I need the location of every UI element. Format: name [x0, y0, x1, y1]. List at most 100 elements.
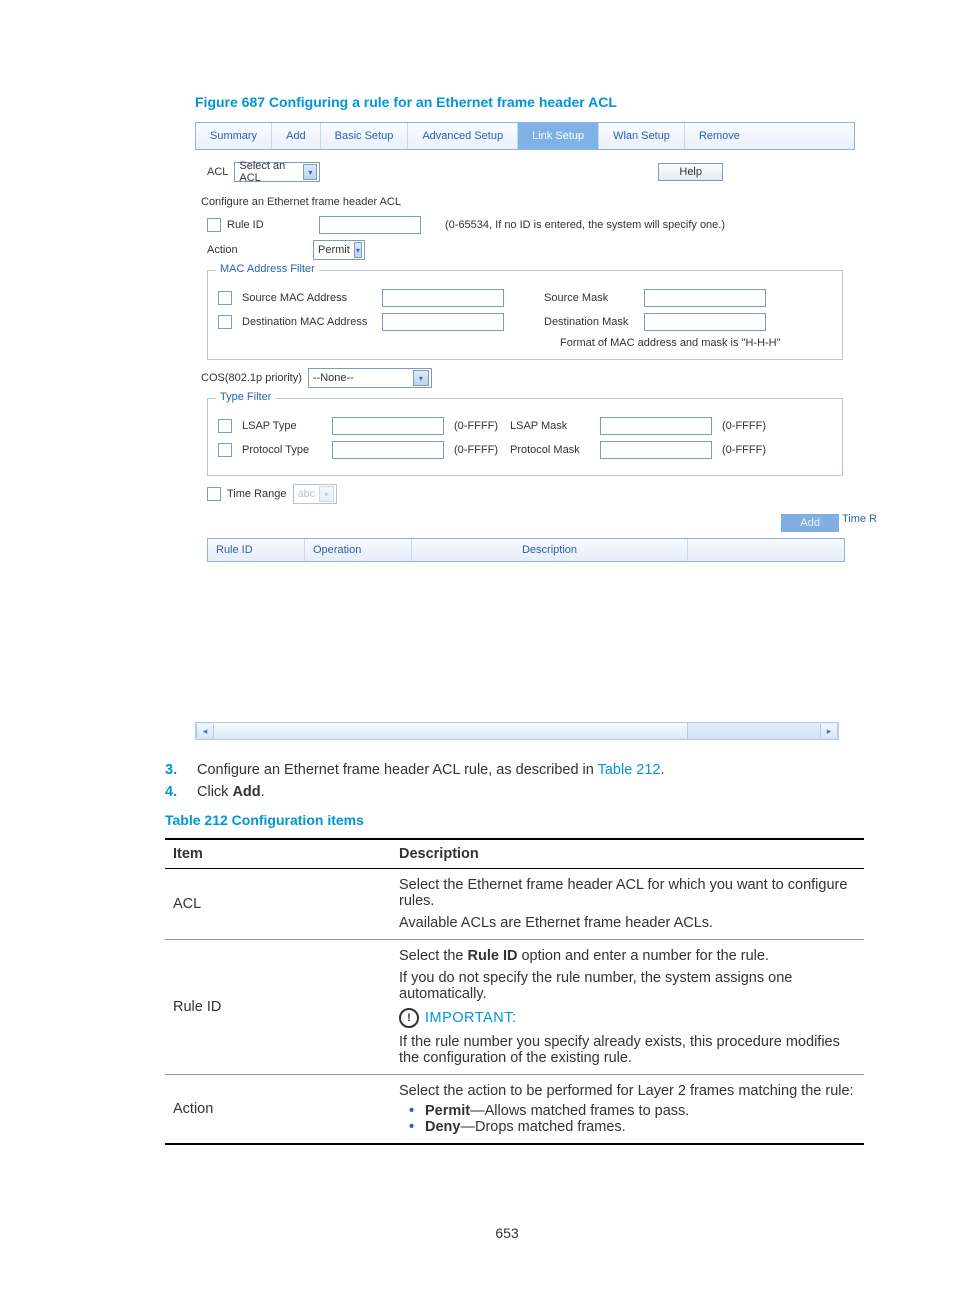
tab-summary[interactable]: Summary [196, 123, 272, 149]
help-button[interactable]: Help [658, 163, 723, 181]
step-3: 3. Configure an Ethernet frame header AC… [165, 762, 864, 778]
rule-id-checkbox[interactable] [207, 218, 221, 232]
action-select-value: Permit [318, 244, 350, 256]
lsap-type-input[interactable] [332, 417, 444, 435]
row-ruleid-l1b: Rule ID [468, 948, 518, 964]
step-text-post: . [261, 784, 265, 800]
table-212-link[interactable]: Table 212 [598, 762, 661, 778]
rule-id-label: Rule ID [227, 219, 313, 231]
dest-mac-input[interactable] [382, 313, 504, 331]
row-ruleid-l1a: Select the [399, 948, 468, 964]
type-fieldset-legend: Type Filter [216, 391, 275, 403]
col-rule-id[interactable]: Rule ID [208, 539, 305, 561]
row-ruleid-l1c: option and enter a number for the rule. [517, 948, 769, 964]
mac-address-fieldset: MAC Address Filter Source MAC Address So… [207, 270, 843, 360]
lsap-range-hint: (0-FFFF) [454, 420, 500, 432]
rule-id-hint: (0-65534, If no ID is entered, the syste… [445, 219, 725, 231]
col-operation[interactable]: Operation [305, 539, 412, 561]
step-number: 4. [165, 784, 197, 800]
step-text-post: . [661, 762, 665, 778]
chevron-down-icon: ▾ [354, 242, 362, 258]
col-description[interactable]: Description [412, 539, 688, 561]
row-ruleid-l2: If you do not specify the rule number, t… [399, 970, 856, 1002]
row-acl-item: ACL [165, 869, 391, 940]
time-range-checkbox[interactable] [207, 487, 221, 501]
tab-basic-setup[interactable]: Basic Setup [321, 123, 409, 149]
source-mac-label: Source MAC Address [242, 292, 372, 304]
time-range-value: abc [298, 488, 316, 500]
scroll-right-icon[interactable]: ▸ [820, 724, 838, 738]
dest-mask-input[interactable] [644, 313, 766, 331]
figure-title: Figure 687 Configuring a rule for an Eth… [195, 94, 864, 110]
lsap-mask-input[interactable] [600, 417, 712, 435]
source-mask-label: Source Mask [544, 292, 634, 304]
acl-select[interactable]: Select an ACL ▾ [234, 162, 320, 182]
bullet-deny: Deny—Drops matched frames. [409, 1119, 856, 1135]
step-text: Configure an Ethernet frame header ACL r… [197, 762, 598, 778]
acl-label: ACL [207, 166, 228, 178]
dest-mask-label: Destination Mask [544, 316, 634, 328]
cos-label: COS(802.1p priority) [201, 372, 302, 384]
scrollbar-track[interactable] [214, 723, 820, 739]
row-action-l1: Select the action to be performed for La… [399, 1083, 856, 1099]
rule-id-input[interactable] [319, 216, 421, 234]
col-time-range-clipped: Time R [842, 513, 877, 525]
cos-select[interactable]: --None-- ▾ [308, 368, 432, 388]
tab-add[interactable]: Add [272, 123, 321, 149]
mac-fieldset-legend: MAC Address Filter [216, 263, 319, 275]
protocol-range-hint: (0-FFFF) [454, 444, 500, 456]
protocol-type-checkbox[interactable] [218, 443, 232, 457]
tab-wlan-setup[interactable]: Wlan Setup [599, 123, 685, 149]
important-icon: ! [399, 1008, 419, 1028]
rules-table-header: Rule ID Operation Description [208, 539, 844, 561]
row-acl-desc-1: Select the Ethernet frame header ACL for… [399, 877, 856, 909]
lsap-mask-hint: (0-FFFF) [722, 420, 766, 432]
scrollbar-thumb[interactable] [214, 723, 688, 739]
protocol-mask-input[interactable] [600, 441, 712, 459]
screenshot-panel: Summary Add Basic Setup Advanced Setup L… [195, 122, 855, 572]
action-label: Action [207, 244, 307, 256]
row-action-item: Action [165, 1075, 391, 1145]
dest-mac-checkbox[interactable] [218, 315, 232, 329]
time-range-label: Time Range [227, 488, 287, 500]
lsap-type-label: LSAP Type [242, 420, 322, 432]
mac-format-hint: Format of MAC address and mask is "H-H-H… [560, 337, 832, 349]
chevron-down-icon: ▾ [319, 486, 333, 502]
lsap-mask-label: LSAP Mask [510, 420, 590, 432]
bullet-permit: Permit—Allows matched frames to pass. [409, 1103, 856, 1119]
time-range-select[interactable]: abc ▾ [293, 484, 337, 504]
dest-mac-label: Destination MAC Address [242, 316, 372, 328]
important-label: IMPORTANT: [425, 1010, 516, 1026]
acl-select-value: Select an ACL [239, 160, 299, 184]
protocol-mask-hint: (0-FFFF) [722, 444, 766, 456]
action-select[interactable]: Permit ▾ [313, 240, 365, 260]
source-mac-input[interactable] [382, 289, 504, 307]
source-mac-checkbox[interactable] [218, 291, 232, 305]
table-title: Table 212 Configuration items [165, 812, 864, 828]
th-description: Description [391, 839, 864, 869]
scroll-left-icon[interactable]: ◂ [196, 724, 214, 738]
page-number: 653 [150, 1225, 864, 1241]
horizontal-scrollbar[interactable]: ◂ ▸ [195, 722, 839, 740]
rules-table: Rule ID Operation Description [207, 538, 845, 562]
table-row: ACL Select the Ethernet frame header ACL… [165, 869, 864, 940]
cos-select-value: --None-- [313, 372, 354, 384]
protocol-type-input[interactable] [332, 441, 444, 459]
step-list: 3. Configure an Ethernet frame header AC… [165, 762, 864, 800]
table-row: Action Select the action to be performed… [165, 1075, 864, 1145]
source-mask-input[interactable] [644, 289, 766, 307]
tab-remove[interactable]: Remove [685, 123, 754, 149]
step-bold: Add [232, 784, 260, 800]
row-acl-desc-2: Available ACLs are Ethernet frame header… [399, 915, 856, 931]
tab-advanced-setup[interactable]: Advanced Setup [408, 123, 518, 149]
tab-link-setup[interactable]: Link Setup [518, 123, 599, 149]
lsap-type-checkbox[interactable] [218, 419, 232, 433]
protocol-type-label: Protocol Type [242, 444, 322, 456]
step-4: 4. Click Add. [165, 784, 864, 800]
step-number: 3. [165, 762, 197, 778]
configuration-items-table: Item Description ACL Select the Ethernet… [165, 838, 864, 1145]
th-item: Item [165, 839, 391, 869]
section-title: Configure an Ethernet frame header ACL [201, 196, 849, 208]
table-row: Rule ID Select the Rule ID option and en… [165, 940, 864, 1075]
chevron-down-icon: ▾ [303, 164, 317, 180]
